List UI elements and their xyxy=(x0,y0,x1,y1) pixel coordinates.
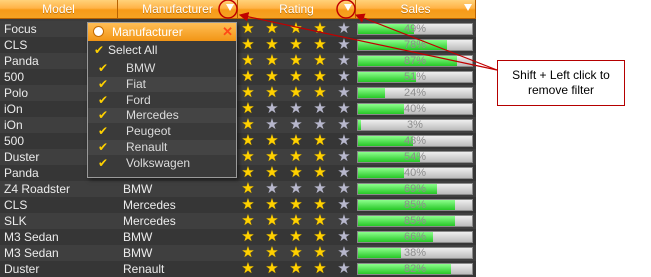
annotation-overlay xyxy=(218,0,498,71)
rating-filter-highlight xyxy=(336,0,356,19)
annotation-arrow-manufacturer xyxy=(238,12,498,71)
manufacturer-filter-highlight xyxy=(218,0,238,19)
annotation-arrow-rating xyxy=(354,13,498,71)
